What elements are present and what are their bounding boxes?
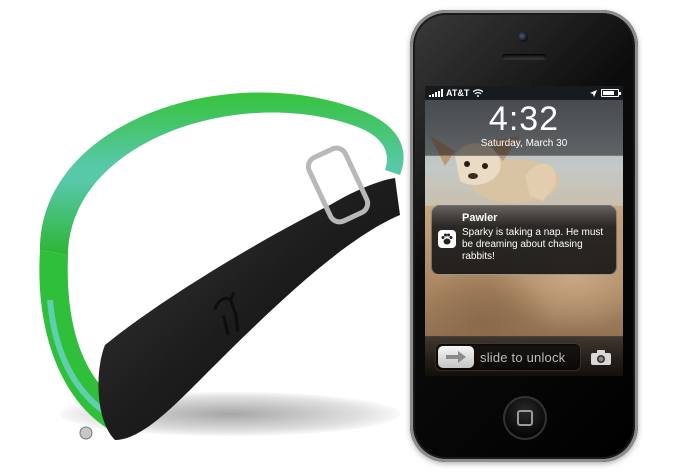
carrier-label: AT&T — [446, 88, 470, 98]
lock-screen: AT&T 4:32 Saturday, March 30 Pawler Spar… — [425, 86, 623, 376]
home-button[interactable] — [503, 396, 547, 440]
push-notification[interactable]: Pawler Sparky is taking a nap. He must b… — [431, 205, 617, 275]
notification-message: Sparky is taking a nap. He must be dream… — [462, 227, 604, 262]
collar-rivet — [79, 426, 93, 440]
paw-icon — [438, 230, 456, 248]
lock-screen-date: Saturday, March 30 — [480, 138, 568, 149]
slide-to-unlock-label: slide to unlock — [480, 350, 566, 365]
unlock-bar: slide to unlock — [425, 336, 623, 376]
front-camera — [518, 32, 528, 42]
slide-to-unlock-slider[interactable]: slide to unlock — [435, 343, 581, 371]
camera-icon[interactable] — [591, 350, 611, 365]
status-bar: AT&T — [425, 86, 623, 100]
collar-illustration — [39, 92, 404, 440]
clock-panel: 4:32 Saturday, March 30 — [425, 100, 623, 156]
signal-icon — [429, 89, 443, 97]
unlock-knob[interactable] — [438, 346, 474, 368]
battery-icon — [601, 89, 621, 97]
wifi-icon — [473, 89, 484, 97]
location-icon — [590, 89, 597, 97]
lock-screen-time: 4:32 — [488, 100, 560, 138]
home-button-icon — [517, 410, 533, 426]
earpiece-speaker — [502, 54, 546, 60]
arrow-right-icon — [446, 351, 466, 363]
smart-collar-image — [0, 0, 430, 473]
notification-app-name: Pawler — [462, 212, 498, 224]
